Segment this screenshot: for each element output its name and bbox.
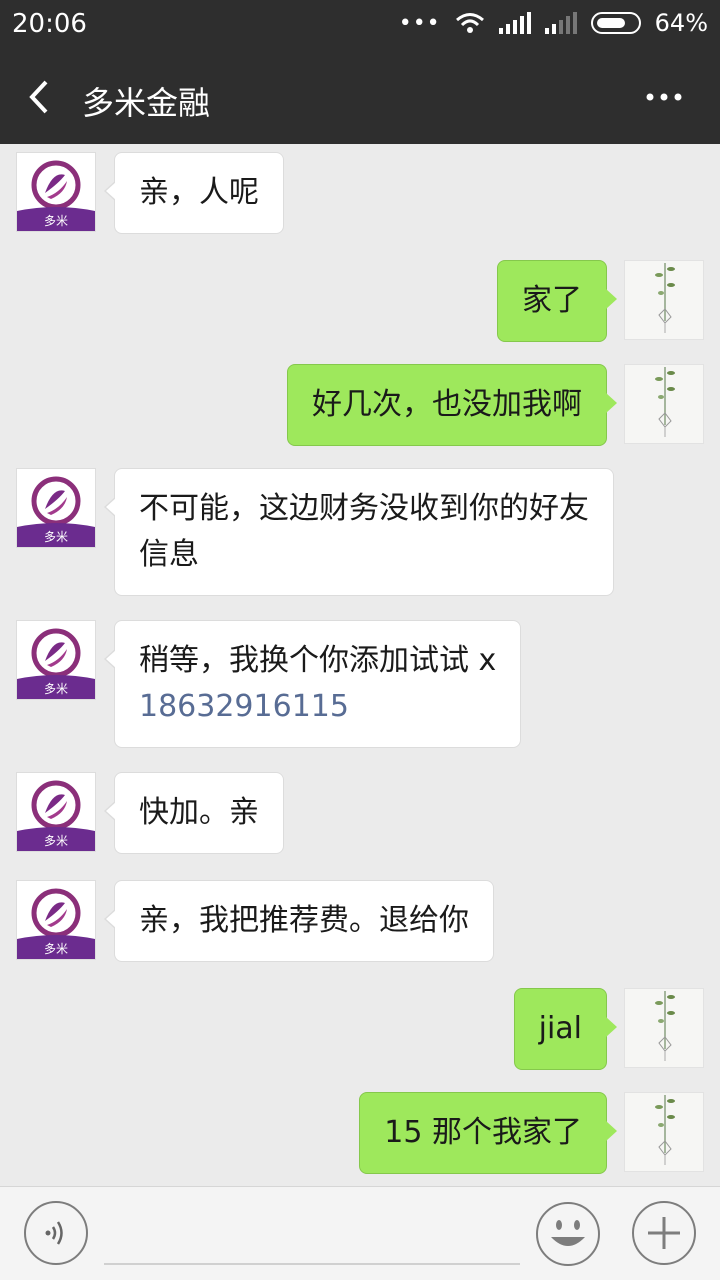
input-bar: [0, 1186, 720, 1280]
voice-icon: [45, 1221, 63, 1245]
plant-sketch-icon: [655, 263, 675, 333]
incoming-message[interactable]: 快加。亲: [104, 772, 284, 854]
contact-avatar[interactable]: 多米: [16, 468, 96, 548]
svg-text:多米: 多米: [44, 214, 68, 228]
contact-avatar[interactable]: 多米: [16, 620, 96, 700]
plus-icon: [648, 1217, 680, 1249]
duomi-logo-icon: 多米: [17, 160, 95, 231]
svg-text:多米: 多米: [44, 530, 68, 544]
message-line: 稍等，我换个你添加试试 x: [139, 643, 497, 678]
message-line: 不可能，这边财务没收到你的好友: [139, 491, 589, 526]
contact-avatar[interactable]: 多米: [16, 152, 96, 232]
battery-percent: 64%: [654, 9, 708, 37]
duomi-logo-icon: 多米: [17, 628, 95, 699]
contact-avatar[interactable]: 多米: [16, 772, 96, 852]
wifi-icon: [455, 13, 484, 33]
plant-sketch-icon: [655, 991, 675, 1061]
outgoing-message[interactable]: 好几次，也没加我啊: [287, 364, 617, 446]
duomi-logo-icon: 多米: [17, 780, 95, 851]
title-bar: 多米金融: [0, 50, 720, 144]
plus-button[interactable]: [632, 1201, 696, 1265]
outgoing-message[interactable]: 15 那个我家了: [359, 1092, 617, 1174]
incoming-message[interactable]: 稍等，我换个你添加试试 x 18632916115: [103, 620, 522, 748]
battery-icon: [590, 12, 641, 34]
svg-text:多米: 多米: [44, 682, 68, 696]
incoming-message[interactable]: 亲，我把推荐费。退给你: [104, 880, 494, 962]
signal-icon: [498, 12, 531, 34]
emoji-icon[interactable]: [535, 1201, 601, 1267]
signal-2-icon: [544, 12, 577, 34]
plant-sketch-icon: [655, 1095, 675, 1165]
chat-area[interactable]: 多米 亲，人呢 家了 好几次，也没加我啊 多米 不可能，这边财务没收到你的好友 …: [0, 144, 720, 1186]
incoming-message[interactable]: 不可能，这边财务没收到你的好友 信息: [104, 468, 614, 596]
my-avatar[interactable]: [624, 988, 704, 1068]
status-icons: ••• 64%: [399, 9, 708, 37]
back-arrow-icon[interactable]: [24, 76, 64, 118]
svg-text:多米: 多米: [44, 942, 68, 956]
duomi-logo-icon: 多米: [17, 888, 95, 959]
notification-dots-icon: •••: [398, 10, 441, 36]
contact-avatar[interactable]: 多米: [16, 880, 96, 960]
incoming-message[interactable]: 亲，人呢: [104, 152, 284, 234]
plant-sketch-icon: [655, 367, 675, 437]
message-line: 信息: [139, 537, 199, 572]
voice-button[interactable]: [24, 1201, 88, 1265]
duomi-logo-icon: 多米: [17, 476, 95, 547]
my-avatar[interactable]: [624, 260, 704, 340]
status-bar: 20:06 ••• 64%: [0, 0, 720, 50]
status-time: 20:06: [12, 9, 87, 39]
more-options-icon[interactable]: [644, 82, 684, 112]
my-avatar[interactable]: [624, 364, 704, 444]
outgoing-message[interactable]: jial: [513, 988, 618, 1070]
outgoing-message[interactable]: 家了: [497, 260, 617, 342]
my-avatar[interactable]: [624, 1092, 704, 1172]
chat-title: 多米金融: [82, 84, 211, 122]
phone-number-link[interactable]: 18632916115: [139, 684, 496, 730]
svg-text:多米: 多米: [44, 834, 68, 848]
message-input[interactable]: [104, 1263, 520, 1265]
